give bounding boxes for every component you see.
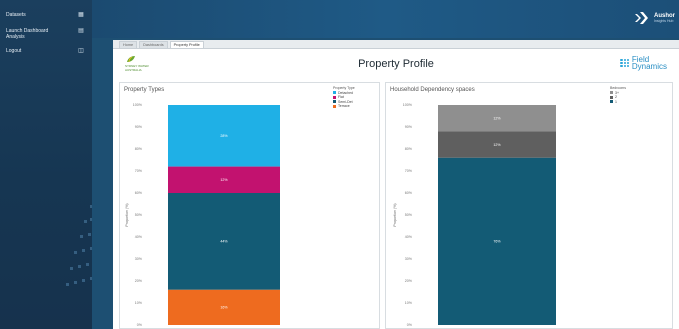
legend-item[interactable]: 1	[610, 100, 626, 105]
y-tick-label: 20%	[405, 279, 413, 283]
data-label: 16%	[220, 306, 228, 310]
data-label: 12%	[493, 143, 501, 147]
chart-legend: Property Type Detached Flat Semi-Det Terrac…	[333, 86, 355, 109]
sidebar-item-label: Logout	[6, 48, 22, 54]
legend-swatch	[610, 100, 613, 104]
y-tick-label: 60%	[135, 191, 143, 195]
dots-grid-icon	[620, 58, 629, 68]
y-tick-label: 70%	[405, 169, 413, 173]
y-tick-label: 40%	[405, 235, 413, 239]
y-tick-label: 100%	[403, 103, 413, 107]
dashboard-header: SYDNEY WATER AUSTRALIA Property Profile …	[113, 50, 679, 80]
brand-arrows-icon	[635, 12, 648, 24]
y-tick-label: 30%	[405, 257, 413, 261]
tab-home[interactable]: Home	[119, 41, 138, 48]
legend-item[interactable]: Terrace	[333, 104, 355, 109]
legend-swatch	[610, 95, 613, 99]
chart-title: Household Dependency spaces	[390, 87, 475, 93]
y-tick-label: 50%	[405, 213, 413, 217]
y-tick-label: 40%	[135, 235, 143, 239]
tab-bar: Home Dashboards Property Profile	[113, 40, 679, 49]
household-dependency-panel: 0% 10% 20% 30% 40% 50% 60% 70% 80% 90% 100% Proport…	[385, 82, 673, 329]
y-axis-label: Proportion (%)	[125, 203, 129, 226]
legend-label: 1	[615, 99, 617, 104]
sidebar-item-label: Datasets	[6, 12, 26, 18]
page-title: Property Profile	[358, 58, 434, 70]
sidebar-item-launch-dashboard[interactable]: Launch Dashboard Analysis ▤	[6, 28, 84, 40]
sidebar: Datasets ▦ Launch Dashboard Analysis ▤ L…	[0, 0, 92, 329]
document-icon: ▤	[78, 28, 84, 34]
legend-swatch	[333, 100, 336, 104]
y-tick-label: 70%	[135, 169, 143, 173]
top-banner: Aushor Insights Hub	[92, 0, 679, 38]
y-tick-label: 10%	[135, 301, 143, 305]
right-logo-line2: Dynamics	[631, 62, 667, 71]
y-tick-label: 20%	[135, 279, 143, 283]
y-axis-label: Proportion (%)	[393, 203, 397, 226]
legend-swatch	[333, 95, 336, 99]
data-label: 12%	[493, 116, 501, 120]
sidebar-item-logout[interactable]: Logout ◫	[6, 48, 84, 54]
decorative-building-graphic	[66, 205, 92, 286]
sidebar-item-datasets[interactable]: Datasets ▦	[6, 12, 84, 18]
tab-property-profile[interactable]: Property Profile	[169, 41, 204, 48]
data-label: 28%	[220, 134, 228, 138]
logout-icon: ◫	[78, 48, 84, 54]
chart-title: Property Types	[124, 87, 165, 93]
property-types-panel: 0% 10% 20% 30% 40% 50% 60% 70% 80% 90% 100% Proport…	[119, 82, 380, 329]
y-tick-label: 90%	[405, 125, 413, 129]
y-tick-label: 100%	[133, 103, 143, 107]
data-label: 76%	[493, 240, 501, 244]
legend-swatch	[610, 91, 613, 95]
brand-tagline: Insights Hub	[654, 19, 674, 23]
y-tick-label: 80%	[135, 147, 143, 151]
brand-logo: Aushor Insights Hub	[635, 12, 675, 24]
legend-swatch	[333, 104, 336, 108]
y-tick-label: 0%	[407, 323, 413, 327]
field-dynamics-logo: Field Dynamics	[620, 56, 667, 71]
legend-swatch	[333, 91, 336, 95]
y-tick-label: 90%	[135, 125, 143, 129]
property-types-chart: 0% 10% 20% 30% 40% 50% 60% 70% 80% 90% 100% Proport…	[125, 103, 280, 327]
y-tick-label: 30%	[135, 257, 143, 261]
data-label: 44%	[220, 240, 228, 244]
data-label: 12%	[220, 178, 228, 182]
y-tick-label: 80%	[405, 147, 413, 151]
y-tick-label: 60%	[405, 191, 413, 195]
tab-dashboards[interactable]: Dashboards	[139, 41, 168, 48]
y-tick-label: 50%	[135, 213, 143, 217]
sidebar-item-label: Launch Dashboard Analysis	[6, 28, 49, 40]
dashboard-content: Home Dashboards Property Profile SYDNEY …	[113, 40, 679, 329]
grid-icon: ▦	[78, 12, 84, 18]
household-dependency-chart: 0% 10% 20% 30% 40% 50% 60% 70% 80% 90% 100% Proport…	[393, 103, 556, 327]
y-tick-label: 10%	[405, 301, 413, 305]
legend-label: Terrace	[338, 104, 350, 108]
y-tick-label: 0%	[137, 323, 143, 327]
chart-legend: Bedrooms 3+ 2 1	[610, 86, 626, 104]
